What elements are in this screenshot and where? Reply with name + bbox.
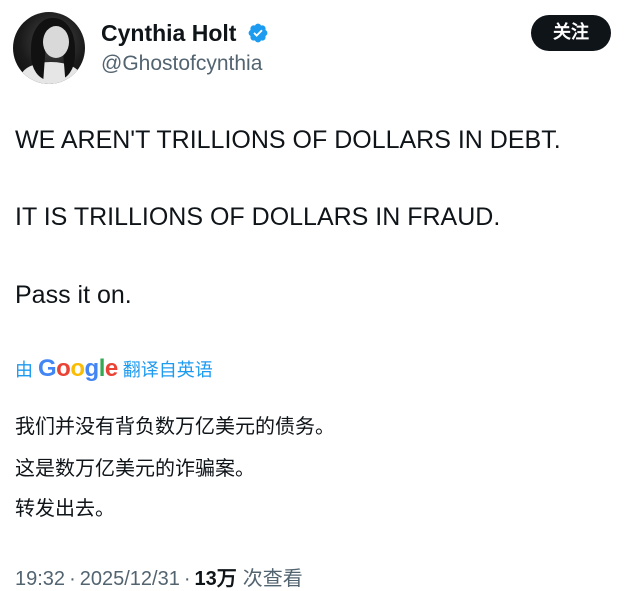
- translation-attribution-link[interactable]: 由 Google 翻译自英语: [15, 354, 213, 384]
- tweet-date[interactable]: 2025/12/31: [80, 568, 180, 591]
- display-name[interactable]: Cynthia Holt: [101, 20, 236, 47]
- meta-separator: ·: [69, 568, 76, 590]
- tweet-text-line: Pass it on.: [15, 281, 132, 309]
- tweet-time[interactable]: 19:32: [15, 568, 65, 591]
- verified-badge-icon: [248, 23, 268, 43]
- tweet-header: Cynthia Holt @Ghostofcynthia 关注: [0, 0, 626, 90]
- avatar-face: [43, 26, 69, 58]
- meta-separator: ·: [183, 568, 191, 590]
- translation-prefix: 由: [15, 360, 33, 381]
- user-handle[interactable]: @Ghostofcynthia: [101, 52, 262, 76]
- follow-button[interactable]: 关注: [531, 15, 611, 51]
- tweet-text-line: IT IS TRILLIONS OF DOLLARS IN FRAUD.: [15, 203, 501, 231]
- google-logo: Google: [38, 355, 118, 382]
- translated-text-line: 这是数万亿美元的诈骗案。: [15, 456, 255, 480]
- tweet-text-line: WE AREN'T TRILLIONS OF DOLLARS IN DEBT.: [15, 126, 561, 154]
- translated-text-line: 转发出去。: [15, 496, 115, 520]
- translated-text-line: 我们并没有背负数万亿美元的债务。: [15, 414, 335, 438]
- translation-suffix: 翻译自英语: [122, 360, 213, 381]
- avatar[interactable]: [13, 12, 85, 84]
